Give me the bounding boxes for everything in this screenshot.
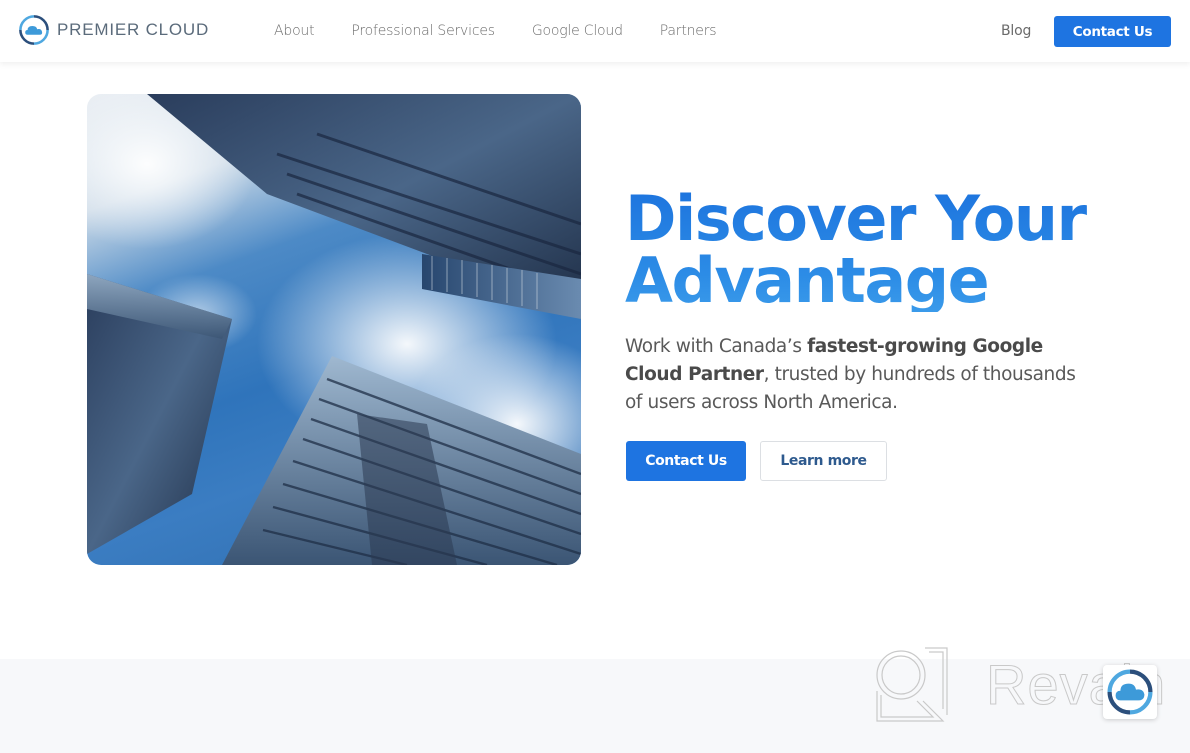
nav-partners[interactable]: Partners [660, 23, 717, 39]
cloud-ring-logo-icon [19, 15, 49, 45]
nav-blog[interactable]: Blog [1001, 23, 1031, 39]
hero-title-line2: Advantage [625, 244, 989, 317]
brand-name: PREMIER CLOUD [57, 20, 210, 39]
chat-widget-button[interactable] [1103, 665, 1157, 719]
nav-professional-services[interactable]: Professional Services [351, 23, 495, 39]
skyscraper-illustration [87, 94, 581, 565]
hero-description: Work with Canada’s fastest-growing Googl… [625, 333, 1095, 417]
hero-learn-more-button[interactable]: Learn more [760, 441, 887, 481]
hero-title: Discover Your Advantage [625, 188, 1105, 312]
hero-desc-part1: Work with Canada’s [625, 336, 808, 357]
header-contact-button[interactable]: Contact Us [1054, 16, 1171, 47]
cloud-ring-logo-icon [1107, 669, 1153, 715]
logo-link[interactable]: PREMIER CLOUD [18, 14, 209, 46]
nav-about[interactable]: About [274, 23, 315, 39]
main-nav: About Professional Services Google Cloud… [274, 0, 753, 62]
nav-google-cloud[interactable]: Google Cloud [532, 23, 623, 39]
hero-image [87, 94, 581, 565]
site-header: PREMIER CLOUD About Professional Service… [0, 0, 1190, 62]
hero-contact-button[interactable]: Contact Us [626, 441, 746, 481]
